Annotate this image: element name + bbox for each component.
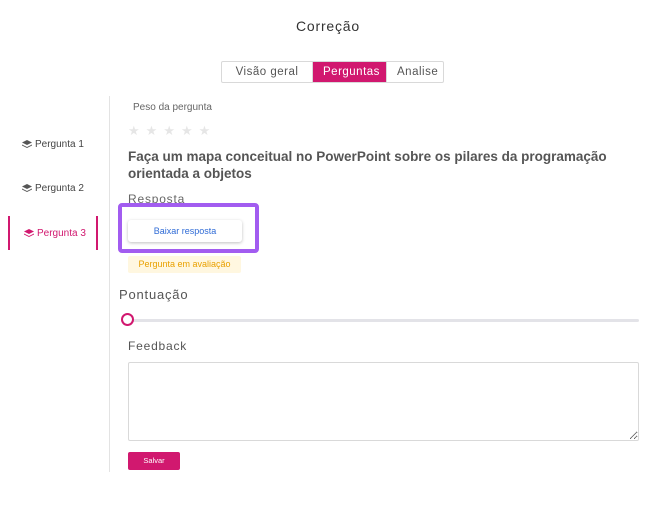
sidebar-item-label: Pergunta 1 <box>35 138 84 150</box>
slider-track[interactable] <box>127 319 639 322</box>
page-title: Correção <box>296 18 360 34</box>
tab-analise[interactable]: Analise <box>386 62 443 82</box>
tab-visao-geral[interactable]: Visão geral <box>222 62 313 82</box>
layers-icon <box>22 139 32 149</box>
feedback-label: Feedback <box>128 339 188 353</box>
slider-thumb[interactable] <box>121 313 134 326</box>
star-icon[interactable]: ★ <box>128 124 140 138</box>
sidebar-item-label: Pergunta 3 <box>37 227 86 239</box>
layers-icon <box>22 183 32 193</box>
question-text: Faça um mapa conceitual no PowerPoint so… <box>128 149 607 181</box>
download-answer-button[interactable]: Baixar resposta <box>128 220 242 242</box>
save-button[interactable]: Salvar <box>128 452 180 470</box>
star-icon[interactable]: ★ <box>199 124 211 138</box>
star-icon[interactable]: ★ <box>163 124 175 138</box>
content-divider <box>109 96 110 472</box>
sidebar-item-pergunta-1[interactable]: Pergunta 1 <box>8 127 98 161</box>
sidebar-item-pergunta-2[interactable]: Pergunta 2 <box>8 171 98 205</box>
weight-rating[interactable]: ★ ★ ★ ★ ★ <box>128 124 210 138</box>
score-slider[interactable] <box>121 313 639 327</box>
tab-perguntas[interactable]: Perguntas <box>313 62 386 82</box>
tab-bar: Visão geral Perguntas Analise <box>221 61 444 83</box>
layers-icon <box>24 228 34 238</box>
sidebar-item-pergunta-3[interactable]: Pergunta 3 <box>8 216 98 250</box>
star-icon[interactable]: ★ <box>181 124 193 138</box>
score-label: Pontuação <box>119 287 189 302</box>
sidebar-item-label: Pergunta 2 <box>35 182 84 194</box>
feedback-input[interactable] <box>128 362 639 441</box>
status-badge: Pergunta em avaliação <box>128 256 241 273</box>
star-icon[interactable]: ★ <box>146 124 158 138</box>
weight-label: Peso da pergunta <box>133 102 212 113</box>
